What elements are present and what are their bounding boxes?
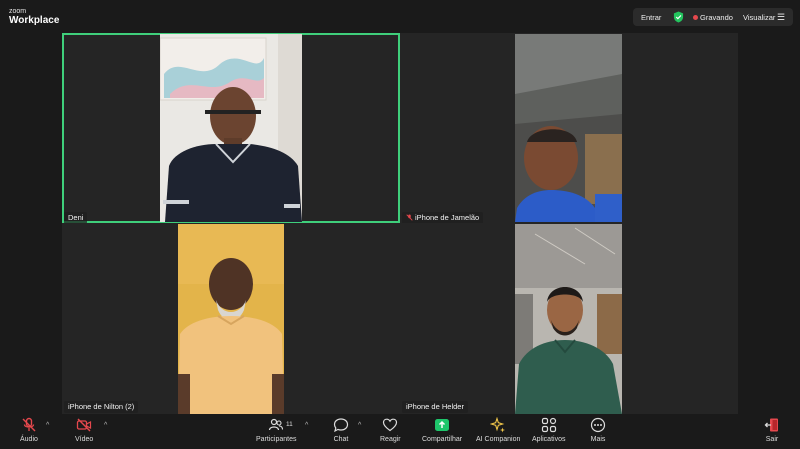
chat-label: Chat [333,436,349,443]
video-options-chevron-icon[interactable]: ^ [104,422,107,429]
audio-options-chevron-icon[interactable]: ^ [46,422,49,429]
brand-small-text: zoom [9,8,27,15]
leave-door-icon [764,418,778,432]
leave-label: Sair [765,436,779,443]
apps-button[interactable]: Aplicativos [532,417,565,443]
more-button[interactable]: Mais [590,417,606,443]
participants-options-chevron-icon[interactable]: ^ [305,422,308,429]
share-screen-icon [435,419,450,431]
react-button[interactable]: Reagir [380,417,401,443]
heart-icon [383,418,398,432]
apps-grid-icon [541,417,556,433]
audio-label: Áudio [20,436,38,443]
meeting-toolbar: Áudio ^ Vídeo ^ Participantes 11 ^ Chat … [0,414,800,449]
video-button[interactable]: Vídeo [75,417,93,443]
participants-label: Participantes [256,436,297,443]
zoom-workplace-logo: zoom Workplace [9,8,59,26]
more-dots-icon [590,417,606,433]
chat-button[interactable]: Chat [333,417,349,443]
participant-name-label: iPhone de Jamelão [402,212,484,223]
participant-video [160,34,302,222]
share-screen-button[interactable]: Compartilhar [422,417,462,443]
muted-mic-icon [406,214,413,221]
video-off-icon [76,418,92,432]
chat-bubble-icon [333,418,349,433]
shield-check-icon[interactable] [673,11,684,23]
participant-name-label: iPhone de Nilton (2) [64,401,139,413]
participant-tile-deni[interactable]: Deni [62,33,400,223]
participant-tile-helder[interactable]: iPhone de Helder [400,223,738,414]
participant-name-label: Deni [64,212,88,223]
top-bar: zoom Workplace Entrar Gravando Visualiza… [0,0,800,32]
more-label: Mais [590,436,606,443]
participant-video [178,224,284,414]
meeting-top-controls: Entrar Gravando Visualizar ☰ [633,8,793,26]
video-label: Vídeo [75,436,94,443]
participant-video [515,34,622,222]
participant-tile-nilton[interactable]: iPhone de Nilton (2) [62,223,400,414]
hamburger-menu-icon[interactable]: ☰ [777,12,785,23]
participant-name-label: iPhone de Helder [402,401,468,413]
chat-options-chevron-icon[interactable]: ^ [358,422,361,429]
participants-count-badge: 11 [286,421,293,428]
muted-microphone-icon [22,417,36,432]
participant-video [515,224,622,414]
participant-tile-jamelao[interactable]: iPhone de Jamelão [400,33,738,223]
video-gallery: Deni iPhone de Jamelão iPhone de Nilton … [62,33,738,414]
leave-button[interactable]: Sair [764,417,780,443]
recording-status[interactable]: Gravando [700,13,733,22]
enter-button[interactable]: Entrar [641,13,661,22]
apps-label: Aplicativos [532,436,566,443]
audio-button[interactable]: Áudio [20,417,38,443]
view-button[interactable]: Visualizar [743,13,775,22]
ai-companion-label: AI Companion [476,436,521,443]
ai-companion-button[interactable]: AI Companion [476,417,520,443]
share-label: Compartilhar [422,436,463,443]
participants-icon [269,418,284,431]
recording-dot-icon [693,15,698,20]
react-label: Reagir [380,436,401,443]
brand-name-text: Workplace [9,15,60,26]
participant-name-text: iPhone de Jamelão [415,213,480,222]
sparkle-icon [490,417,506,433]
